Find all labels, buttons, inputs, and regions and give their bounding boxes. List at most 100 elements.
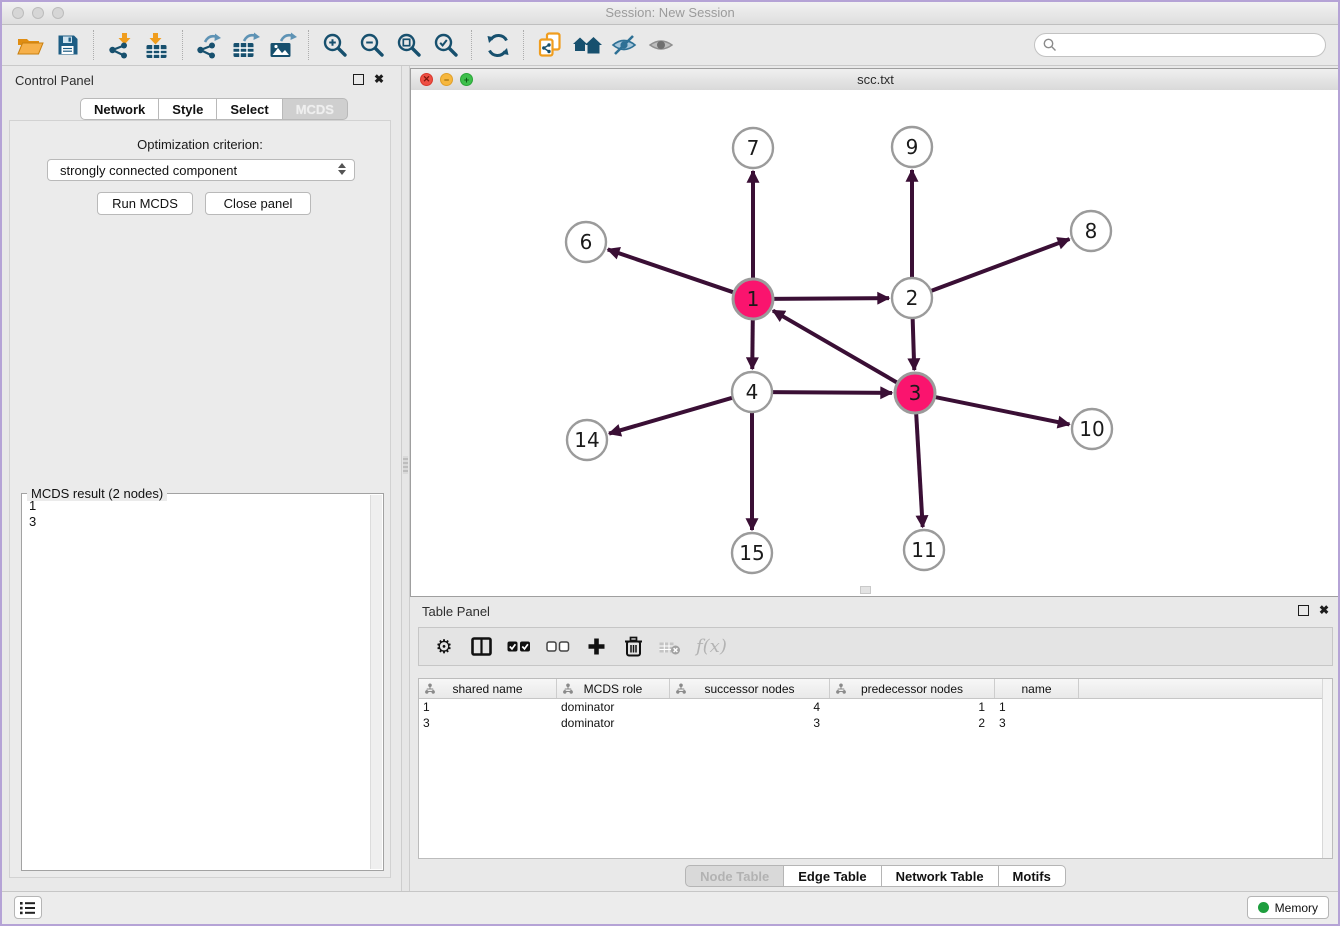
cell-mcds-role[interactable]: dominator: [557, 715, 670, 731]
zoom-in-button[interactable]: [316, 28, 353, 62]
cell-shared-name[interactable]: 3: [419, 715, 557, 731]
node-table[interactable]: shared nameMCDS rolesuccessor nodes prede…: [418, 678, 1333, 859]
close-table-panel-icon[interactable]: ✖: [1319, 605, 1329, 616]
first-neighbors-button[interactable]: [568, 28, 605, 62]
import-network-button[interactable]: [101, 28, 138, 62]
tab-node-table[interactable]: Node Table: [685, 865, 784, 887]
cell-shared-name[interactable]: 1: [419, 699, 557, 715]
column-header-predecessor-nodes[interactable]: predecessor nodes: [830, 679, 995, 698]
edge-1-6[interactable]: [608, 249, 736, 293]
edge-2-3[interactable]: [913, 316, 915, 370]
zoom-selected-button[interactable]: [427, 28, 464, 62]
column-header-mcds-role[interactable]: MCDS role: [557, 679, 670, 698]
network-canvas[interactable]: 1 2 3 4 6 7 8 9 10 11 14 15: [411, 90, 1340, 596]
cell-successor-nodes[interactable]: 4: [670, 699, 830, 715]
toolbar-separator: [523, 30, 524, 60]
table-row[interactable]: 3dominator323: [419, 715, 1332, 731]
node-6[interactable]: 6: [566, 222, 606, 262]
horizontal-splitter-grip[interactable]: [860, 586, 871, 594]
toolbar-separator: [471, 30, 472, 60]
task-history-button[interactable]: [14, 896, 42, 919]
column-layout-icon[interactable]: [470, 635, 492, 659]
cell-mcds-role[interactable]: dominator: [557, 699, 670, 715]
node-11[interactable]: 11: [904, 530, 944, 570]
task-list-icon: [20, 901, 36, 915]
vertical-splitter[interactable]: [401, 66, 410, 892]
float-panel-icon[interactable]: [353, 74, 364, 85]
memory-status-icon: [1258, 902, 1269, 913]
node-10[interactable]: 10: [1072, 409, 1112, 449]
network-window-title: scc.txt: [411, 72, 1340, 87]
cell-predecessor-nodes[interactable]: 1: [830, 699, 995, 715]
add-row-icon[interactable]: [585, 635, 607, 659]
hide-selected-button[interactable]: [605, 28, 642, 62]
import-table-button[interactable]: [138, 28, 175, 62]
edge-1-4[interactable]: [752, 317, 753, 369]
edge-4-14[interactable]: [609, 397, 735, 434]
export-image-button[interactable]: [264, 28, 301, 62]
mcds-panel: Optimization criterion: strongly connect…: [9, 120, 391, 878]
show-all-button[interactable]: [642, 28, 679, 62]
tab-network[interactable]: Network: [80, 98, 159, 120]
new-network-from-selection-button[interactable]: [531, 28, 568, 62]
node-8[interactable]: 8: [1071, 211, 1111, 251]
close-panel-icon[interactable]: ✖: [374, 74, 384, 85]
optimization-criterion-select[interactable]: strongly connected component: [47, 159, 355, 181]
search-input[interactable]: [1034, 33, 1326, 57]
edge-2-8[interactable]: [929, 239, 1070, 292]
result-line: 1: [29, 498, 369, 514]
table-scrollbar[interactable]: [1322, 679, 1332, 858]
edge-3-11[interactable]: [916, 411, 923, 527]
edge-1-2[interactable]: [771, 298, 889, 299]
node-4[interactable]: 4: [732, 372, 772, 412]
eye-slash-icon: [611, 33, 637, 57]
delete-row-icon[interactable]: [622, 635, 644, 659]
export-network-button[interactable]: [190, 28, 227, 62]
open-session-button[interactable]: [12, 28, 49, 62]
tab-mcds[interactable]: MCDS: [283, 98, 348, 120]
zoom-out-button[interactable]: [353, 28, 390, 62]
run-mcds-button[interactable]: Run MCDS: [97, 192, 193, 215]
column-header-name[interactable]: name: [995, 679, 1079, 698]
refresh-view-button[interactable]: [479, 28, 516, 62]
deselect-all-rows-icon[interactable]: [546, 635, 570, 659]
float-table-panel-icon[interactable]: [1298, 605, 1309, 616]
cell-successor-nodes[interactable]: 3: [670, 715, 830, 731]
table-panel: Table Panel ✖ ⚙: [410, 599, 1340, 890]
splitter-grip[interactable]: [403, 456, 408, 474]
close-panel-button[interactable]: Close panel: [205, 192, 311, 215]
tab-network-table[interactable]: Network Table: [882, 865, 999, 887]
edge-3-1[interactable]: [773, 311, 900, 384]
node-14[interactable]: 14: [567, 420, 607, 460]
cell-name[interactable]: 3: [995, 715, 1079, 731]
table-settings-gear-icon[interactable]: ⚙: [433, 635, 455, 659]
memory-button[interactable]: Memory: [1247, 896, 1329, 919]
tab-motifs[interactable]: Motifs: [999, 865, 1066, 887]
zoom-selected-icon: [433, 32, 459, 58]
edge-3-10[interactable]: [933, 397, 1070, 425]
node-2[interactable]: 2: [892, 278, 932, 318]
node-1[interactable]: 1: [733, 279, 773, 319]
column-header-successor-nodes[interactable]: successor nodes: [670, 679, 830, 698]
zoom-fit-button[interactable]: [390, 28, 427, 62]
tab-style[interactable]: Style: [159, 98, 217, 120]
node-7[interactable]: 7: [733, 128, 773, 168]
mcds-result-list[interactable]: 13: [22, 498, 369, 868]
cell-predecessor-nodes[interactable]: 2: [830, 715, 995, 731]
result-scrollbar[interactable]: [370, 495, 382, 869]
node-3[interactable]: 3: [895, 373, 935, 413]
save-session-button[interactable]: [49, 28, 86, 62]
node-9[interactable]: 9: [892, 127, 932, 167]
table-row[interactable]: 1dominator411: [419, 699, 1332, 715]
column-header-shared-name[interactable]: shared name: [419, 679, 557, 698]
zoom-in-icon: [322, 32, 348, 58]
tab-edge-table[interactable]: Edge Table: [784, 865, 881, 887]
export-table-button[interactable]: [227, 28, 264, 62]
node-15[interactable]: 15: [732, 533, 772, 573]
tab-select[interactable]: Select: [217, 98, 282, 120]
edge-4-3[interactable]: [770, 392, 892, 393]
node-label: 11: [911, 538, 936, 562]
select-all-rows-icon[interactable]: [507, 635, 531, 659]
cell-name[interactable]: 1: [995, 699, 1079, 715]
column-label: predecessor nodes: [861, 682, 963, 696]
